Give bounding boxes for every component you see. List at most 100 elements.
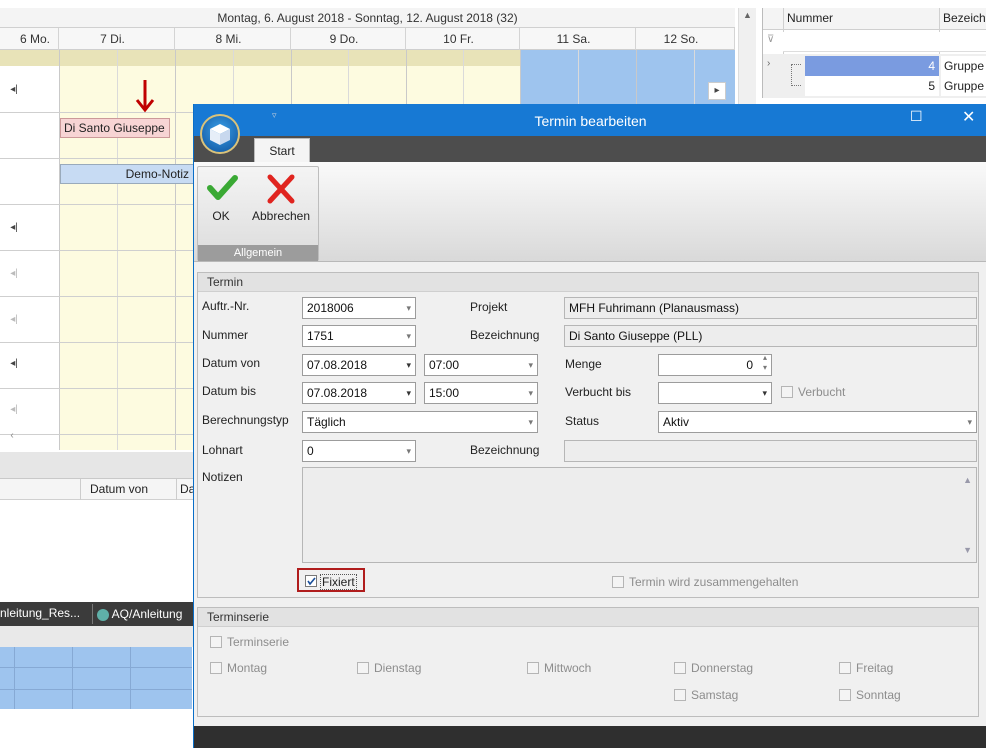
verbucht-checkbox[interactable] — [781, 386, 793, 398]
scroll-left-icon[interactable]: ‹ — [4, 428, 20, 444]
label-menge: Menge — [565, 357, 602, 371]
tab-icon — [97, 608, 109, 621]
fixiert-label: Fixiert — [320, 574, 357, 590]
nummer-select[interactable]: 1751 ▾ — [302, 325, 416, 347]
grid-row-group[interactable]: Gruppe — [941, 76, 986, 96]
terminserie-checkbox[interactable] — [210, 636, 222, 648]
quick-access-dropdown-icon[interactable]: ▿ — [272, 110, 277, 121]
right-group-grid[interactable]: Nummer Bezeichn ⊽ › 4 Gruppe 5 Gruppe — [762, 8, 986, 98]
berechnungstyp-select[interactable]: Täglich ▾ — [302, 411, 538, 433]
fixiert-checkbox[interactable] — [305, 575, 317, 587]
day-header-wed[interactable]: 8 Mi. — [175, 28, 291, 50]
scroll-up-icon[interactable]: ▲ — [963, 470, 972, 490]
row-right-arrow-icon[interactable]: ▸ — [708, 82, 726, 100]
day-header-sun[interactable]: 12 So. — [636, 28, 735, 50]
column-header-bezeichnung[interactable]: Bezeichn — [943, 11, 986, 25]
day-header-thu[interactable]: 9 Do. — [291, 28, 406, 50]
sonntag-checkbox[interactable] — [839, 689, 851, 701]
row-left-arrow-icon[interactable]: ◂| — [6, 312, 22, 328]
row-left-arrow-icon[interactable]: ◂| — [6, 266, 22, 282]
dropdown-arrow-icon: ▾ — [406, 303, 411, 313]
freitag-checkbox[interactable] — [839, 662, 851, 674]
dialog-title: Termin bearbeiten — [534, 113, 647, 129]
column-header-datum-von[interactable]: Datum von — [90, 482, 148, 496]
grid-row-number[interactable]: 5 — [805, 76, 939, 96]
day-header-fri[interactable]: 10 Fr. — [406, 28, 520, 50]
tab-start[interactable]: Start — [254, 138, 310, 162]
day-header-mon[interactable]: 6 Mo. — [0, 28, 59, 50]
datum-von-select[interactable]: 07.08.2018 ▾ — [302, 354, 416, 376]
datum-von-value: 07.08.2018 — [307, 358, 368, 372]
mittwoch-checkbox[interactable] — [527, 662, 539, 674]
menge-spinner[interactable]: 0 ▴ ▾ — [658, 353, 772, 376]
status-select[interactable]: Aktiv ▾ — [658, 411, 977, 433]
dialog-titlebar[interactable]: Termin bearbeiten ▿ ☐ ✕ — [194, 104, 986, 136]
bezeichnung-field[interactable]: Di Santo Giuseppe (PLL) — [564, 325, 977, 347]
check-icon — [207, 175, 238, 200]
label-datum-bis: Datum bis — [202, 384, 257, 398]
verbucht-bis-select[interactable]: ▾ — [658, 382, 772, 404]
spinner-arrows-icon[interactable]: ▴ ▾ — [763, 353, 767, 373]
tab-anleitung-res[interactable]: nleitung_Res... — [0, 606, 80, 620]
day-header-sat[interactable]: 11 Sa. — [520, 28, 636, 50]
samstag-checkbox[interactable] — [674, 689, 686, 701]
dropdown-arrow-icon: ▾ — [528, 360, 533, 370]
label-notizen: Notizen — [202, 470, 243, 484]
group-label-allgemein: Allgemein — [198, 245, 318, 261]
bezeichnung-2-field[interactable] — [564, 440, 977, 462]
lohnart-select[interactable]: 0 ▾ — [302, 440, 416, 462]
montag-checkbox[interactable] — [210, 662, 222, 674]
note-demo[interactable]: Demo-Notiz — [60, 164, 195, 184]
cancel-button[interactable]: Abbrechen — [248, 171, 314, 231]
lohnart-value: 0 — [307, 444, 314, 458]
app-menu-button[interactable] — [200, 114, 240, 154]
dienstag-checkbox[interactable] — [357, 662, 369, 674]
cancel-x-icon — [267, 174, 295, 204]
day-header-tue[interactable]: 7 Di. — [59, 28, 175, 50]
datum-bis-select[interactable]: 07.08.2018 ▾ — [302, 382, 416, 404]
termin-dialog: Termin bearbeiten ▿ ☐ ✕ Start OK Abbrech… — [193, 104, 986, 748]
label-verbucht-bis: Verbucht bis — [565, 385, 632, 399]
dropdown-arrow-icon: ▾ — [406, 360, 411, 370]
zusammengehalten-label: Termin wird zusammengehalten — [629, 575, 799, 589]
ribbon-tab-strip: Start — [194, 136, 986, 162]
label-bezeichnung: Bezeichnung — [470, 328, 540, 342]
zeit-bis-select[interactable]: 15:00 ▾ — [424, 382, 538, 404]
tab-label: AQ/Anleitung — [111, 607, 183, 621]
zusammengehalten-checkbox[interactable] — [612, 576, 624, 588]
auftr-nr-select[interactable]: 2018006 ▾ — [302, 297, 416, 319]
label-projekt: Projekt — [470, 300, 508, 314]
calendar-day-row: 6 Mo. 7 Di. 8 Mi. 9 Do. 10 Fr. 11 Sa. 12… — [0, 28, 735, 50]
expand-row-icon[interactable]: › — [767, 58, 770, 69]
donnerstag-checkbox[interactable] — [674, 662, 686, 674]
zeit-von-select[interactable]: 07:00 ▾ — [424, 354, 538, 376]
close-icon[interactable]: ✕ — [962, 107, 975, 127]
filter-icon[interactable]: ⊽ — [767, 34, 774, 45]
dialog-status-bar — [194, 726, 986, 748]
lower-calendar-grid[interactable] — [0, 647, 192, 709]
label-berechnungstyp: Berechnungstyp — [202, 413, 289, 427]
samstag-label: Samstag — [691, 688, 739, 702]
projekt-field[interactable]: MFH Fuhrimann (Planausmass) — [564, 297, 977, 319]
document-tab-bar: nleitung_Res... AQ/Anleitung — [0, 602, 195, 626]
label-lohnart: Lohnart — [202, 443, 243, 457]
grid-row-number[interactable]: 4 — [805, 56, 939, 76]
ok-label: OK — [212, 209, 230, 223]
minimize-icon[interactable] — [858, 110, 876, 111]
tab-aq-anleitung[interactable]: AQ/Anleitung — [92, 604, 195, 624]
cube-icon — [210, 124, 230, 145]
row-left-arrow-icon[interactable]: ◂| — [6, 356, 22, 372]
maximize-icon[interactable]: ☐ — [910, 108, 923, 125]
column-header-nummer[interactable]: Nummer — [787, 11, 833, 25]
row-left-arrow-icon[interactable]: ◂| — [6, 220, 22, 236]
dropdown-arrow-icon: ▾ — [762, 388, 767, 398]
row-left-arrow-icon[interactable]: ◂| — [6, 402, 22, 418]
terminserie-label: Terminserie — [227, 635, 290, 649]
appointment-di-santo[interactable]: Di Santo Giuseppe — [60, 118, 170, 138]
grid-row-group[interactable]: Gruppe — [941, 56, 986, 76]
cancel-label: Abbrechen — [251, 209, 311, 223]
notizen-textarea[interactable]: ▲ ▼ — [302, 467, 977, 563]
row-left-arrow-icon[interactable]: ◂| — [6, 82, 22, 98]
ok-button[interactable]: OK — [201, 171, 241, 231]
scroll-down-icon[interactable]: ▼ — [963, 540, 972, 560]
